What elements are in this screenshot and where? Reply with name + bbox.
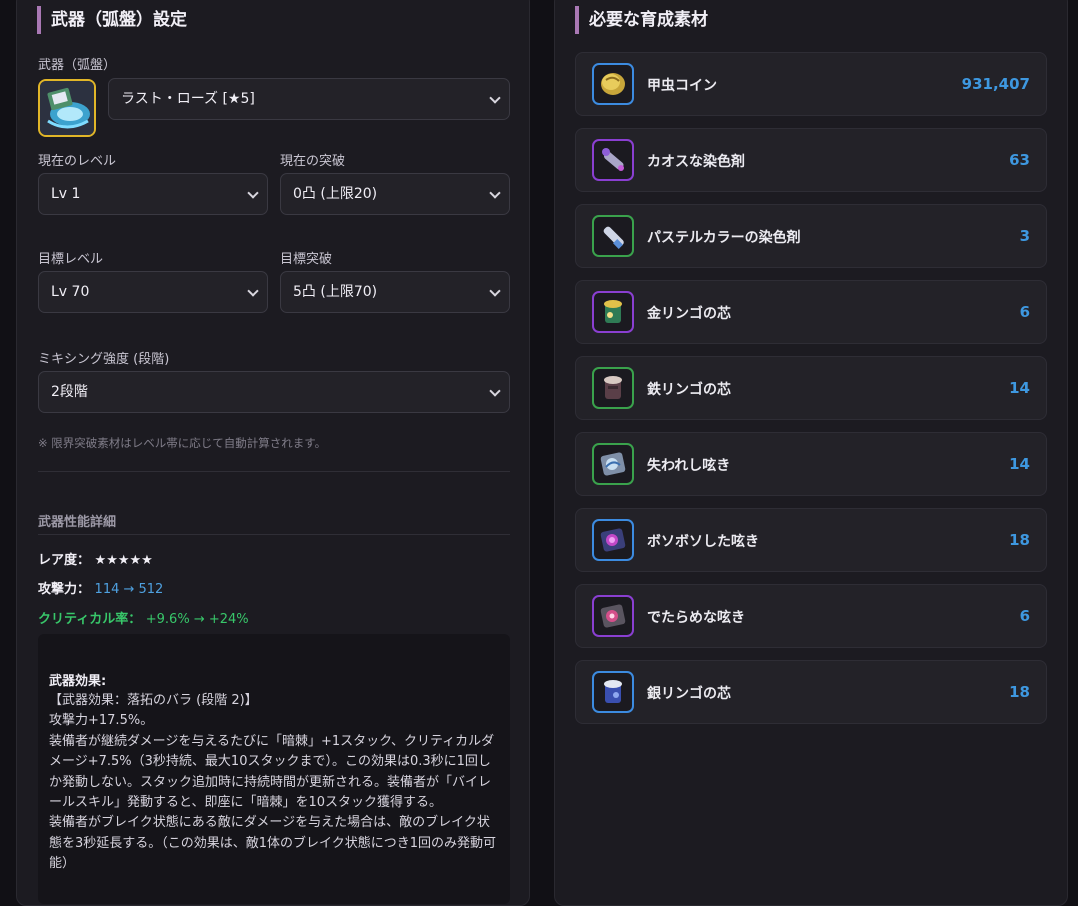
- pastel-dye-icon: [592, 215, 634, 257]
- target-level-label: 目標レベル: [38, 252, 104, 267]
- chevron-down-icon: [489, 385, 501, 397]
- weapon-settings-panel: 武器（弧盤）設定 武器（弧盤） ラスト・ローズ [★5] 現在のレベル Lv 1…: [16, 0, 530, 906]
- target-breakthrough-value: 5凸 (上限70): [293, 284, 378, 300]
- material-row: 金リンゴの芯 6: [575, 280, 1047, 344]
- chevron-down-icon: [489, 187, 501, 199]
- material-row: カオスな染色剤 63: [575, 128, 1047, 192]
- material-count: 18: [1009, 683, 1030, 701]
- target-level-value: Lv 70: [51, 284, 90, 300]
- material-count: 6: [1019, 607, 1030, 625]
- material-name: カオスな染色剤: [647, 154, 745, 170]
- material-count: 931,407: [961, 75, 1030, 93]
- current-level-label: 現在のレベル: [38, 154, 117, 169]
- target-breakthrough-select[interactable]: 5凸 (上限70): [280, 271, 510, 313]
- material-name: 鉄リンゴの芯: [647, 382, 731, 398]
- weapon-settings-title: 武器（弧盤）設定: [37, 6, 187, 34]
- weapon-thumbnail: [38, 79, 96, 137]
- lost-whisper-icon: [592, 443, 634, 485]
- current-breakthrough-label: 現在の突破: [280, 154, 346, 169]
- material-count: 14: [1009, 455, 1030, 473]
- mixing-select[interactable]: 2段階: [38, 371, 510, 413]
- material-name: パステルカラーの染色剤: [647, 230, 801, 246]
- rarity-line: レア度： ★★★★★: [38, 549, 153, 568]
- weapon-select[interactable]: ラスト・ローズ [★5]: [108, 78, 510, 120]
- material-row: パステルカラーの染色剤 3: [575, 204, 1047, 268]
- current-level-select[interactable]: Lv 1: [38, 173, 268, 215]
- chevron-down-icon: [489, 285, 501, 297]
- silver-apple-core-icon: [592, 671, 634, 713]
- attack-line: 攻撃力： 114 → 512: [38, 578, 163, 597]
- rarity-label: レア度：: [38, 553, 91, 568]
- material-count: 18: [1009, 531, 1030, 549]
- mixing-label: ミキシング強度 (段階): [38, 352, 170, 367]
- crit-label: クリティカル率：: [38, 612, 142, 627]
- current-breakthrough-select[interactable]: 0凸 (上限20): [280, 173, 510, 215]
- attack-label: 攻撃力：: [38, 582, 91, 597]
- current-level-value: Lv 1: [51, 186, 81, 202]
- weapon-select-value: ラスト・ローズ [★5]: [121, 91, 255, 107]
- material-row: 甲虫コイン 931,407: [575, 52, 1047, 116]
- crit-value: +9.6% → +24%: [145, 612, 249, 627]
- crit-line: クリティカル率： +9.6% → +24%: [38, 608, 249, 627]
- mixing-value: 2段階: [51, 384, 88, 400]
- target-level-select[interactable]: Lv 70: [38, 271, 268, 313]
- gold-apple-core-icon: [592, 291, 634, 333]
- current-breakthrough-value: 0凸 (上限20): [293, 186, 378, 202]
- auto-calc-note: ※ 限界突破素材はレベル帯に応じて自動計算されます。: [38, 436, 327, 450]
- weapon-effect-title: 武器効果:: [49, 674, 107, 689]
- weapon-disc-icon: [40, 81, 94, 135]
- weapon-label: 武器（弧盤）: [38, 58, 117, 73]
- mumbled-whisper-icon: [592, 519, 634, 561]
- material-name: 甲虫コイン: [647, 78, 717, 94]
- divider: [38, 471, 510, 472]
- material-name: でたらめな呟き: [647, 610, 745, 626]
- material-count: 63: [1009, 151, 1030, 169]
- weapon-effect-box: 武器効果: 【武器効果：落拓のバラ (段階 2)】 攻撃力+17.5%。 装備者…: [38, 634, 510, 904]
- material-count: 3: [1019, 227, 1030, 245]
- material-name: ボソボソした呟き: [647, 534, 759, 550]
- weapon-details-heading: 武器性能詳細: [38, 515, 117, 530]
- weapon-effect-text: 【武器効果：落拓のバラ (段階 2)】 攻撃力+17.5%。 装備者が継続ダメー…: [49, 693, 497, 872]
- beetle-coin-icon: [592, 63, 634, 105]
- material-row: でたらめな呟き 6: [575, 584, 1047, 648]
- material-name: 銀リンゴの芯: [647, 686, 731, 702]
- chaos-dye-icon: [592, 139, 634, 181]
- material-row: ボソボソした呟き 18: [575, 508, 1047, 572]
- material-name: 金リンゴの芯: [647, 306, 731, 322]
- materials-title: 必要な育成素材: [575, 6, 708, 34]
- material-row: 失われし呟き 14: [575, 432, 1047, 496]
- chevron-down-icon: [247, 285, 259, 297]
- nonsense-whisper-icon: [592, 595, 634, 637]
- target-breakthrough-label: 目標突破: [280, 252, 333, 267]
- material-count: 6: [1019, 303, 1030, 321]
- divider: [38, 534, 510, 535]
- attack-value: 114 → 512: [94, 582, 164, 597]
- materials-panel: 必要な育成素材 甲虫コイン 931,407 カオスな染色剤 63 パステルカラーの染色剤…: [554, 0, 1068, 906]
- iron-apple-core-icon: [592, 367, 634, 409]
- material-count: 14: [1009, 379, 1030, 397]
- material-row: 鉄リンゴの芯 14: [575, 356, 1047, 420]
- rarity-stars: ★★★★★: [94, 553, 153, 568]
- material-name: 失われし呟き: [647, 458, 731, 474]
- material-row: 銀リンゴの芯 18: [575, 660, 1047, 724]
- chevron-down-icon: [489, 92, 501, 104]
- chevron-down-icon: [247, 187, 259, 199]
